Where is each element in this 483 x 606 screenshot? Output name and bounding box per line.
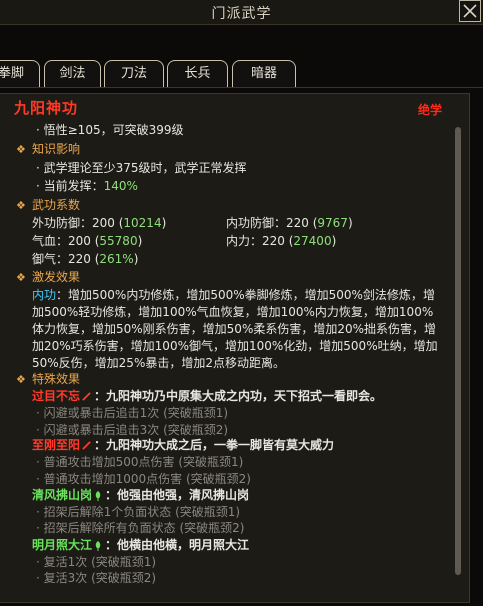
special-effect-3-desc: ：他强由他强，清风拂山岗 <box>105 488 250 502</box>
special-effect-1-desc: ：九阳神功乃中原集大成之内功，天下招式一看即会。 <box>94 389 383 403</box>
section-activate-header: ❖ 激发效果 <box>16 269 80 287</box>
title-bar: 门派武学 <box>0 0 483 25</box>
coeff-yuqi-label: 御气：220 ( <box>32 252 100 266</box>
special-effect-1-sub1: · 闪避或暴击后追击1次 (突破瓶颈1) <box>36 406 229 420</box>
influence-line-1: · 武学理论至少375级时，武学正常发挥 <box>36 161 247 175</box>
coeff-int-def: 内功防御：220 (9767) <box>226 215 353 232</box>
special-effect-3-sub2: · 招架后解除所有负面状态 (突破瓶颈2) <box>36 521 245 535</box>
tab-quanjiao[interactable]: 拳脚 <box>0 60 40 87</box>
coeff-ext-def-label: 外功防御：200 ( <box>32 216 124 230</box>
special-effect-3-name: 清风拂山岗 <box>32 488 93 502</box>
coeff-int-def-value: 9767 <box>317 216 348 230</box>
scrollbar-thumb[interactable] <box>455 127 461 575</box>
skill-rank-tag: 绝学 <box>418 103 443 117</box>
coeff-neili: 内力：220 (27400) <box>226 233 336 250</box>
coeff-yuqi: 御气：220 (261%) <box>32 251 138 268</box>
tab-anqi[interactable]: 暗器 <box>232 60 296 87</box>
special-effect-4: 明月照大江 ：他横由他横，明月照大江 <box>32 537 249 554</box>
special-effect-2-sub2: · 普通攻击增加1000点伤害 (突破瓶颈2) <box>36 472 251 486</box>
close-paren: ) <box>137 234 143 248</box>
close-button[interactable] <box>459 0 481 22</box>
special-effect-2-sub1: · 普通攻击增加500点伤害 (突破瓶颈1) <box>36 455 244 469</box>
special-effect-4-sub1: · 复活1次 (突破瓶颈1) <box>36 555 157 569</box>
diamond-icon: ❖ <box>16 199 26 212</box>
weapon-tabs: 拳脚 剑法 刀法 长兵 暗器 <box>0 60 483 88</box>
section-special-header: ❖ 特殊效果 <box>16 371 80 389</box>
special-effect-2-name: 至刚至阳 <box>32 438 81 452</box>
activate-effects-body: ：增加500%内功修炼，增加500%拳脚修炼，增加500%剑法修炼，增加500%… <box>32 288 438 370</box>
diamond-icon: ❖ <box>16 143 26 156</box>
activate-effects-text: 内功：增加500%内功修炼，增加500%拳脚修炼，增加500%剑法修炼，增加50… <box>32 287 444 372</box>
tab-changbing[interactable]: 长兵 <box>167 60 228 87</box>
section-influence-header: ❖ 知识影响 <box>16 141 80 159</box>
section-special-title: 特殊效果 <box>32 372 81 386</box>
coeff-ext-def-value: 10214 <box>123 216 162 230</box>
close-icon <box>463 4 477 18</box>
coeff-neili-label: 内力：220 ( <box>226 234 294 248</box>
special-effect-1: 过目不忘 ：九阳神功乃中原集大成之内功，天下招式一看即会。 <box>32 388 382 405</box>
section-coeff-title: 武功系数 <box>32 198 81 212</box>
coeff-yuqi-value: 261% <box>99 252 134 266</box>
coeff-qixue-label: 气血：200 ( <box>32 234 100 248</box>
section-coeff-header: ❖ 武功系数 <box>16 197 80 215</box>
coeff-ext-def: 外功防御：200 (10214) <box>32 215 166 232</box>
influence-line-2: · 当前发挥：140% <box>36 178 138 195</box>
close-paren: ) <box>347 216 353 230</box>
pen-icon <box>82 441 91 450</box>
special-effect-3-sub1: · 招架后解除1个负面状态 (突破瓶颈1) <box>36 505 241 519</box>
special-effect-4-sub2: · 复活3次 (突破瓶颈2) <box>36 571 157 585</box>
influence-value: 140% <box>103 179 138 193</box>
section-activate-title: 激发效果 <box>32 270 81 284</box>
leaf-icon <box>95 490 101 501</box>
special-effect-2-desc: ：九阳神功大成之后，一拳一脚皆有莫大威力 <box>94 438 335 452</box>
window-title: 门派武学 <box>211 6 272 22</box>
skill-name: 九阳神功 <box>14 99 79 117</box>
special-effect-4-name: 明月照大江 <box>32 538 93 552</box>
influence-line-2-prefix: · 当前发挥： <box>36 179 104 193</box>
coeff-qixue-value: 55780 <box>99 234 138 248</box>
section-influence-title: 知识影响 <box>32 142 81 156</box>
diamond-icon: ❖ <box>16 271 26 284</box>
activate-type-label: 内功 <box>32 288 57 302</box>
tab-daofa[interactable]: 刀法 <box>104 60 164 87</box>
pen-icon <box>82 392 91 401</box>
special-effect-3: 清风拂山岗 ：他强由他强，清风拂山岗 <box>32 487 249 504</box>
coeff-qixue: 气血：200 (55780) <box>32 233 142 250</box>
special-effect-4-desc: ：他横由他横，明月照大江 <box>105 538 250 552</box>
special-effect-2: 至刚至阳 ：九阳神功大成之后，一拳一脚皆有莫大威力 <box>32 437 334 454</box>
close-paren: ) <box>161 216 167 230</box>
skill-requirement: · 悟性≥105，可突破399级 <box>36 123 184 137</box>
coeff-int-def-label: 内功防御：220 ( <box>226 216 318 230</box>
tab-divider <box>0 87 483 88</box>
close-paren: ) <box>331 234 337 248</box>
close-paren: ) <box>133 252 139 266</box>
leaf-icon <box>95 540 101 551</box>
diamond-icon: ❖ <box>16 373 26 386</box>
tab-jianfa[interactable]: 剑法 <box>44 60 101 87</box>
coeff-neili-value: 27400 <box>293 234 332 248</box>
special-effect-1-name: 过目不忘 <box>32 389 81 403</box>
